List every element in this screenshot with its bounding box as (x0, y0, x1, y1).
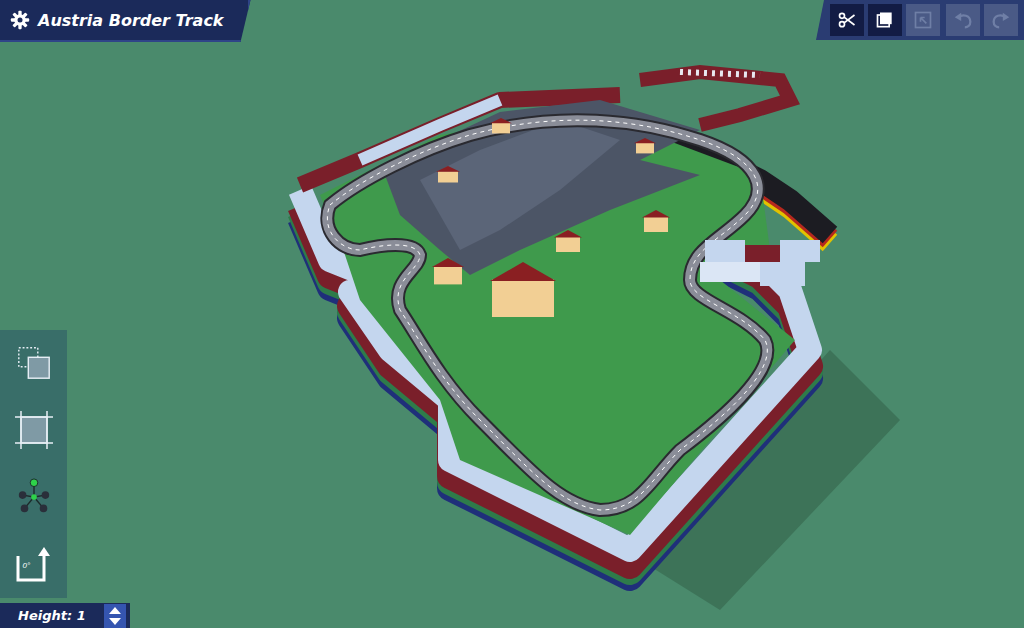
height-spinner[interactable] (104, 604, 126, 628)
height-label: Height: 1 (18, 608, 86, 623)
height-control[interactable]: Height: 1 (0, 603, 130, 628)
house[interactable] (634, 138, 656, 153)
track-title: Austria Border Track (38, 11, 224, 30)
title-bar[interactable]: Austria Border Track (0, 0, 251, 42)
redo-icon (990, 9, 1012, 31)
node-move-icon (15, 478, 53, 516)
rotation-angle: 0° (23, 561, 31, 570)
house[interactable] (642, 210, 670, 232)
house[interactable] (436, 166, 460, 183)
cut-button[interactable] (830, 4, 864, 36)
up-down-arrows-icon[interactable] (108, 606, 122, 626)
paste-button[interactable] (906, 4, 940, 36)
editor-screen: Austria Border Track 0° Height: 1 (0, 0, 1024, 628)
select-icon (15, 344, 53, 382)
area-icon (14, 410, 54, 450)
house[interactable] (432, 258, 464, 284)
paste-icon (913, 10, 933, 30)
rotate-icon (14, 544, 54, 584)
ground (0, 0, 1024, 628)
history-group (946, 4, 1018, 36)
scissors-icon (837, 10, 857, 30)
grass-field (320, 108, 795, 535)
undo-button[interactable] (946, 4, 980, 36)
edit-toolbar (816, 0, 1024, 40)
copy-button[interactable] (868, 4, 902, 36)
building-blocks (700, 240, 820, 286)
copy-icon (875, 10, 895, 30)
move-tool[interactable] (13, 476, 55, 518)
undo-icon (952, 9, 974, 31)
house[interactable] (554, 230, 582, 252)
house[interactable] (490, 118, 512, 133)
race-track (327, 120, 767, 510)
track-scene[interactable] (0, 0, 1024, 628)
rotate-tool[interactable]: 0° (12, 542, 56, 586)
rotate-control: 0° (14, 544, 54, 584)
clipboard-group (830, 4, 940, 36)
redo-button[interactable] (984, 4, 1018, 36)
tool-panel: 0° (0, 330, 67, 598)
area-tool[interactable] (12, 408, 56, 452)
border-walls (300, 72, 830, 578)
select-tool[interactable] (13, 342, 55, 384)
gear-icon[interactable] (10, 10, 30, 30)
house[interactable] (490, 262, 556, 317)
